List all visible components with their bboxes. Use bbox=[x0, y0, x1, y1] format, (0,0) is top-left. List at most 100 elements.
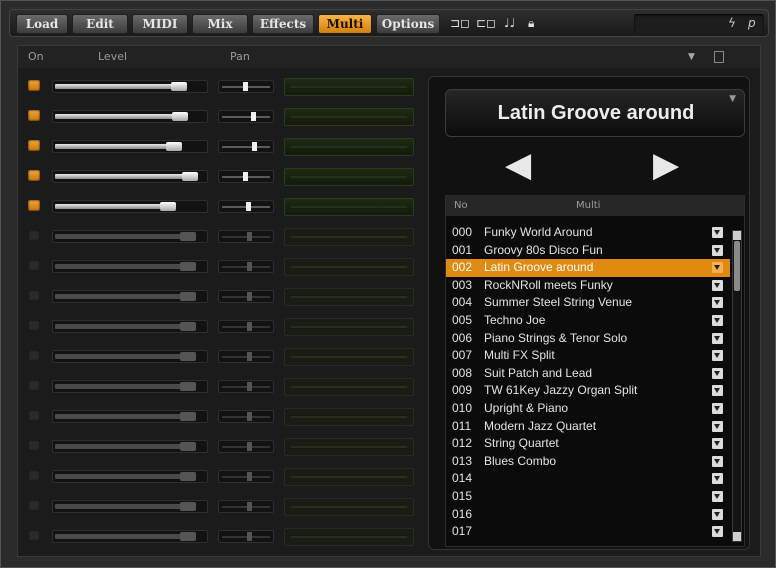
slot-on-toggle[interactable] bbox=[28, 260, 40, 271]
pan-handle[interactable] bbox=[247, 382, 252, 391]
row-menu-icon[interactable] bbox=[712, 473, 723, 485]
level-slider[interactable] bbox=[52, 290, 208, 303]
pan-handle[interactable] bbox=[251, 112, 256, 121]
list-item[interactable]: 013 Blues Combo bbox=[446, 453, 730, 471]
pan-handle[interactable] bbox=[247, 352, 252, 361]
row-menu-icon[interactable] bbox=[712, 385, 723, 397]
level-slider[interactable] bbox=[52, 350, 208, 363]
level-handle[interactable] bbox=[182, 172, 198, 181]
pan-slider[interactable] bbox=[218, 530, 274, 543]
list-item[interactable]: 007 Multi FX Split bbox=[446, 347, 730, 365]
tab-midi[interactable]: MIDI bbox=[132, 14, 188, 34]
pan-slider[interactable] bbox=[218, 260, 274, 273]
list-item[interactable]: 006 Piano Strings & Tenor Solo bbox=[446, 330, 730, 348]
name-dropdown-icon[interactable]: ▼ bbox=[729, 94, 736, 104]
level-handle[interactable] bbox=[180, 382, 196, 391]
list-item[interactable]: 016 bbox=[446, 506, 730, 524]
list-item[interactable]: 008 Suit Patch and Lead bbox=[446, 365, 730, 383]
pan-slider[interactable] bbox=[218, 410, 274, 423]
list-item[interactable]: 009 TW 61Key Jazzy Organ Split bbox=[446, 382, 730, 400]
level-slider[interactable] bbox=[52, 230, 208, 243]
level-slider[interactable] bbox=[52, 260, 208, 273]
level-handle[interactable] bbox=[180, 472, 196, 481]
pan-handle[interactable] bbox=[247, 322, 252, 331]
pan-handle[interactable] bbox=[247, 262, 252, 271]
level-slider[interactable] bbox=[52, 410, 208, 423]
level-slider[interactable] bbox=[52, 110, 208, 123]
level-handle[interactable] bbox=[166, 142, 182, 151]
scroll-down-icon[interactable] bbox=[733, 532, 741, 541]
pan-slider[interactable] bbox=[218, 290, 274, 303]
level-handle[interactable] bbox=[160, 202, 176, 211]
split-out-icon[interactable]: ⊐◻ bbox=[450, 16, 470, 30]
level-handle[interactable] bbox=[180, 442, 196, 451]
pan-handle[interactable] bbox=[247, 532, 252, 541]
pan-slider[interactable] bbox=[218, 320, 274, 333]
level-handle[interactable] bbox=[180, 532, 196, 541]
tab-options[interactable]: Options bbox=[376, 14, 440, 34]
slot-on-toggle[interactable] bbox=[28, 140, 40, 151]
level-handle[interactable] bbox=[180, 262, 196, 271]
tab-edit[interactable]: Edit bbox=[72, 14, 128, 34]
note-icon[interactable]: ♩♩ bbox=[504, 16, 515, 30]
list-item[interactable]: 005 Techno Joe bbox=[446, 312, 730, 330]
level-handle[interactable] bbox=[180, 322, 196, 331]
pan-slider[interactable] bbox=[218, 170, 274, 183]
slot-on-toggle[interactable] bbox=[28, 230, 40, 241]
pan-slider[interactable] bbox=[218, 470, 274, 483]
pan-handle[interactable] bbox=[247, 502, 252, 511]
level-slider[interactable] bbox=[52, 380, 208, 393]
row-menu-icon[interactable] bbox=[712, 526, 723, 538]
row-menu-icon[interactable] bbox=[712, 367, 723, 379]
level-slider[interactable] bbox=[52, 470, 208, 483]
pan-slider[interactable] bbox=[218, 500, 274, 513]
row-menu-icon[interactable] bbox=[712, 490, 723, 502]
level-handle[interactable] bbox=[180, 292, 196, 301]
previous-multi-button[interactable]: ◀ bbox=[505, 145, 531, 185]
list-scrollbar[interactable] bbox=[732, 230, 742, 542]
pan-handle[interactable] bbox=[246, 202, 251, 211]
slot-on-toggle[interactable] bbox=[28, 410, 40, 421]
slot-on-toggle[interactable] bbox=[28, 170, 40, 181]
tab-load[interactable]: Load bbox=[16, 14, 68, 34]
list-item[interactable]: 010 Upright & Piano bbox=[446, 400, 730, 418]
level-slider[interactable] bbox=[52, 80, 208, 93]
list-item[interactable]: 001 Groovy 80s Disco Fun bbox=[446, 242, 730, 260]
tab-multi[interactable]: Multi bbox=[318, 14, 372, 34]
row-menu-icon[interactable] bbox=[712, 262, 723, 274]
level-slider[interactable] bbox=[52, 320, 208, 333]
list-item[interactable]: 011 Modern Jazz Quartet bbox=[446, 418, 730, 436]
row-menu-icon[interactable] bbox=[712, 227, 723, 238]
header-dropdown-icon[interactable]: ▼ bbox=[688, 46, 695, 68]
level-handle[interactable] bbox=[180, 232, 196, 241]
pan-slider[interactable] bbox=[218, 230, 274, 243]
slot-on-toggle[interactable] bbox=[28, 380, 40, 391]
multi-name-display[interactable]: Latin Groove around ▼ bbox=[445, 89, 745, 137]
row-menu-icon[interactable] bbox=[712, 297, 723, 309]
level-slider[interactable] bbox=[52, 200, 208, 213]
slot-on-toggle[interactable] bbox=[28, 320, 40, 331]
pan-handle[interactable] bbox=[243, 82, 248, 91]
level-slider[interactable] bbox=[52, 500, 208, 513]
pan-slider[interactable] bbox=[218, 200, 274, 213]
pan-slider[interactable] bbox=[218, 350, 274, 363]
level-slider[interactable] bbox=[52, 440, 208, 453]
row-menu-icon[interactable] bbox=[712, 332, 723, 344]
tab-mix[interactable]: Mix bbox=[192, 14, 248, 34]
row-menu-icon[interactable] bbox=[712, 314, 723, 326]
row-menu-icon[interactable] bbox=[712, 420, 723, 432]
scroll-up-icon[interactable] bbox=[733, 231, 741, 240]
slot-on-toggle[interactable] bbox=[28, 290, 40, 301]
pan-slider[interactable] bbox=[218, 140, 274, 153]
slot-on-toggle[interactable] bbox=[28, 500, 40, 511]
list-item[interactable]: 003 RockNRoll meets Funky bbox=[446, 277, 730, 295]
pan-slider[interactable] bbox=[218, 440, 274, 453]
lock-icon[interactable]: 🔒︎ bbox=[528, 16, 534, 30]
pan-slider[interactable] bbox=[218, 80, 274, 93]
slot-on-toggle[interactable] bbox=[28, 110, 40, 121]
level-handle[interactable] bbox=[180, 502, 196, 511]
slot-on-toggle[interactable] bbox=[28, 530, 40, 541]
slot-on-toggle[interactable] bbox=[28, 200, 40, 211]
list-item[interactable]: 012 String Quartet bbox=[446, 435, 730, 453]
split-in-icon[interactable]: ⊏◻ bbox=[476, 16, 496, 30]
